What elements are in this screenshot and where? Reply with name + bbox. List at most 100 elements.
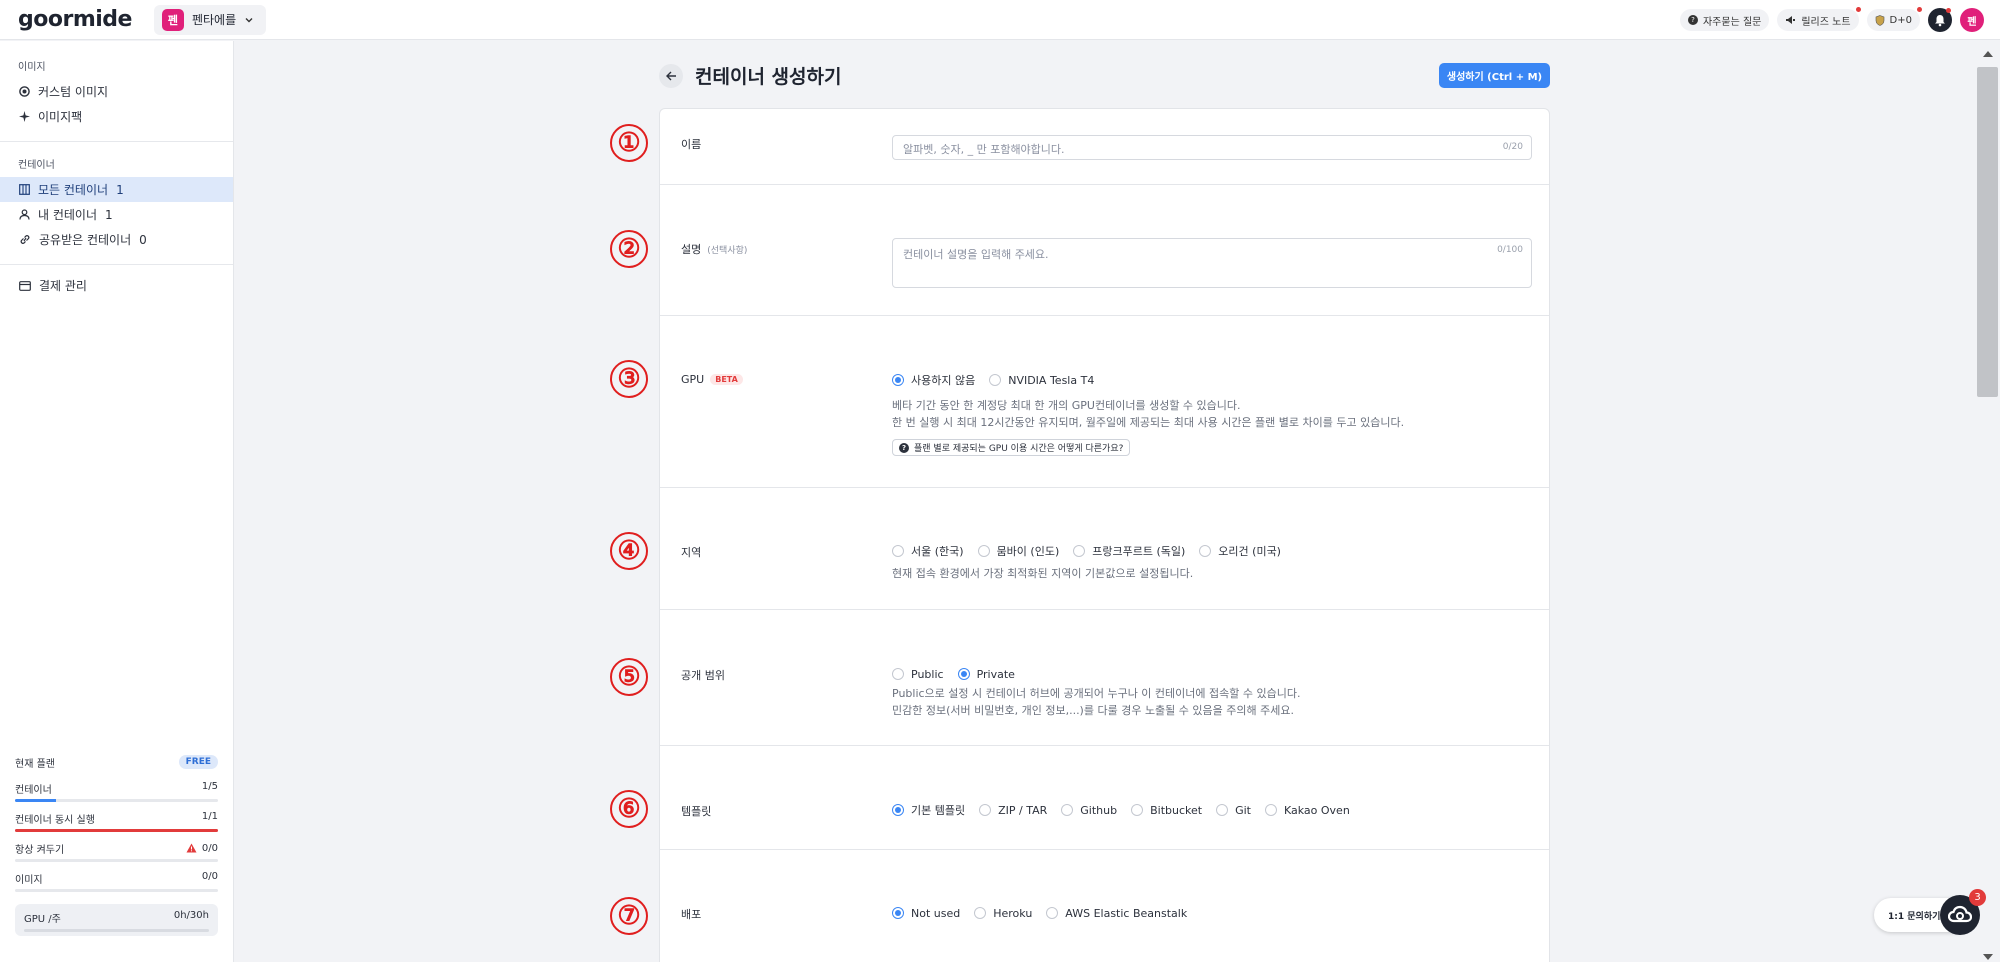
release-notes-button[interactable]: 릴리즈 노트	[1777, 7, 1861, 31]
radio-label: 서울 (한국)	[911, 545, 964, 558]
region-radio-group: 서울 (한국) 뭄바이 (인도) 프랑크푸르트 (독일) 오리건 (미국)	[892, 542, 1281, 560]
radio-label: Bitbucket	[1150, 803, 1203, 817]
chat-badge: 3	[1969, 889, 1986, 906]
deploy-option[interactable]: Not used	[892, 907, 960, 920]
sidebar-item-shared-containers[interactable]: 공유받은 컨테이너 0	[0, 227, 233, 252]
faq-button[interactable]: ? 자주묻는 질문	[1679, 9, 1770, 31]
template-option[interactable]: ZIP / TAR	[979, 804, 1047, 817]
dday-label: D+0	[1889, 14, 1912, 26]
name-label: 이름	[681, 136, 701, 152]
create-button[interactable]: 생성하기 (Ctrl + M)	[1439, 63, 1550, 88]
radio-circle	[892, 804, 904, 816]
release-notes-label: 릴리즈 노트	[1801, 16, 1851, 28]
template-option[interactable]: Github	[1061, 804, 1117, 817]
visibility-option[interactable]: Private	[957, 667, 1015, 681]
plan-gpu-value: 0h/30h	[173, 910, 209, 921]
description-counter: 0/100	[1497, 245, 1523, 255]
step-number-2: ②	[610, 230, 648, 268]
region-option[interactable]: 서울 (한국)	[892, 543, 964, 559]
radio-label: Kakao Oven	[1283, 803, 1350, 817]
scroll-down-arrow-icon[interactable]	[1983, 954, 1993, 960]
dday-chip[interactable]: D+0	[1866, 7, 1922, 31]
plan-row-images: 이미지 0/0	[15, 871, 218, 892]
deploy-radio-group: Not used Heroku AWS Elastic Beanstalk	[892, 904, 1187, 922]
name-input[interactable]: 알파벳, 숫자, _ 만 포함해야합니다. 0/20	[892, 135, 1532, 160]
plan-gpu-box: GPU /주 0h/30h	[15, 904, 218, 936]
goormide-logo[interactable]: goormide	[18, 7, 132, 32]
step-number-6: ⑥	[610, 790, 648, 828]
sidebar-item-all-containers[interactable]: 모든 컨테이너 1	[0, 177, 233, 202]
step-number-3: ③	[610, 360, 648, 398]
sidebar-item-label: 내 컨테이너	[38, 208, 98, 222]
region-label: 지역	[681, 544, 701, 560]
description-textarea[interactable]: 컨테이너 설명을 입력해 주세요. 0/100	[892, 238, 1532, 288]
sidebar-item-label: 결제 관리	[39, 279, 87, 293]
gpu-label: GPU BETA	[681, 373, 743, 386]
region-option[interactable]: 뭄바이 (인도)	[977, 543, 1059, 559]
back-button[interactable]	[659, 63, 683, 88]
radio-label: 사용하지 않음	[911, 374, 976, 387]
radio-label: Private	[976, 667, 1015, 681]
scroll-thumb[interactable]	[1977, 67, 1998, 397]
deploy-option[interactable]: Heroku	[974, 907, 1032, 920]
sidebar-item-image-pack[interactable]: 이미지팩	[0, 104, 233, 129]
visibility-radio-group: Public Private	[892, 665, 1300, 683]
region-option[interactable]: 오리건 (미국)	[1199, 543, 1281, 559]
step-number-1: ①	[610, 124, 648, 162]
plan-row-value: 0/0	[201, 842, 218, 854]
region-option[interactable]: 프랑크푸르트 (독일)	[1073, 543, 1185, 559]
radio-circle	[1073, 545, 1086, 557]
plan-row-value: 0/0	[201, 871, 218, 882]
sidebar-section-image: 이미지	[18, 62, 46, 73]
field-label: 템플릿	[681, 805, 712, 818]
step-number-7: ⑦	[610, 897, 648, 935]
gpu-option[interactable]: 사용하지 않음	[892, 372, 975, 388]
sidebar-divider	[0, 141, 233, 142]
gpu-option[interactable]: NVIDIA Tesla T4	[989, 374, 1094, 387]
page-scrollbar[interactable]	[1975, 41, 2000, 962]
inquiry-label: 1:1 문의하기	[1888, 911, 1941, 922]
radio-circle	[989, 374, 1002, 386]
section-deploy: 배포 Not used Heroku AWS Elastic Beanstalk	[660, 850, 1549, 962]
plan-row-containers: 컨테이너 1/5	[15, 781, 218, 802]
notification-dot	[1946, 8, 1951, 13]
question-icon: ?	[1687, 15, 1698, 25]
plan-title: 현재 플랜	[15, 758, 55, 770]
release-new-dot	[1855, 7, 1861, 12]
section-visibility: 공개 범위 Public Private Public으로 설정 시 컨테이너 …	[660, 610, 1549, 746]
sidebar-item-my-containers[interactable]: 내 컨테이너 1	[0, 202, 233, 227]
visibility-help-line: Public으로 설정 시 컨테이너 허브에 공개되어 누구나 이 컨테이너에 …	[892, 687, 1301, 700]
sidebar-item-custom-image[interactable]: 커스텀 이미지	[0, 79, 233, 104]
template-option[interactable]: 기본 템플릿	[892, 802, 965, 818]
shield-icon	[1875, 14, 1884, 26]
template-option[interactable]: Git	[1216, 804, 1251, 817]
top-bar: goormide 펜 펜타에를 ? 자주묻는 질문 릴리즈 노트 D+0 펜	[0, 0, 2000, 40]
scroll-up-arrow-icon[interactable]	[1983, 51, 1993, 57]
section-description: 설명 (선택사항) 컨테이너 설명을 입력해 주세요. 0/100	[660, 185, 1549, 316]
section-region: 지역 서울 (한국) 뭄바이 (인도) 프랑크푸르트 (독일) 오리건 (미국)…	[660, 488, 1549, 610]
template-radio-group: 기본 템플릿 ZIP / TAR Github Bitbucket Git Ka…	[892, 801, 1350, 819]
visibility-option[interactable]: Public	[892, 668, 944, 681]
plan-progress-fill	[15, 799, 56, 802]
field-label: GPU	[681, 373, 705, 386]
gpu-plan-question-button[interactable]: ? 플랜 별로 제공되는 GPU 이용 시간은 어떻게 다른가요?	[892, 439, 1131, 456]
radio-circle	[1061, 804, 1074, 816]
template-option[interactable]: Bitbucket	[1131, 804, 1202, 817]
radio-circle	[1264, 804, 1277, 816]
radio-circle	[892, 374, 904, 386]
radio-circle	[892, 907, 904, 919]
user-icon	[19, 209, 30, 220]
org-switcher[interactable]: 펜 펜타에를	[153, 4, 267, 35]
deploy-option[interactable]: AWS Elastic Beanstalk	[1046, 907, 1187, 920]
step-number-5: ⑤	[610, 658, 648, 696]
avatar[interactable]: 펜	[1960, 8, 1984, 32]
radio-label: Heroku	[993, 906, 1033, 920]
plan-progress-fill	[15, 829, 218, 832]
template-option[interactable]: Kakao Oven	[1264, 803, 1350, 817]
radio-circle	[974, 907, 987, 919]
optional-label: (선택사항)	[707, 245, 748, 256]
warning-icon	[186, 843, 197, 853]
gpu-help-line: 베타 기간 동안 한 계정당 최대 한 개의 GPU컨테이너를 생성할 수 있습…	[892, 399, 1241, 412]
notification-button[interactable]	[1928, 8, 1952, 32]
sidebar-item-billing[interactable]: 결제 관리	[0, 273, 233, 298]
